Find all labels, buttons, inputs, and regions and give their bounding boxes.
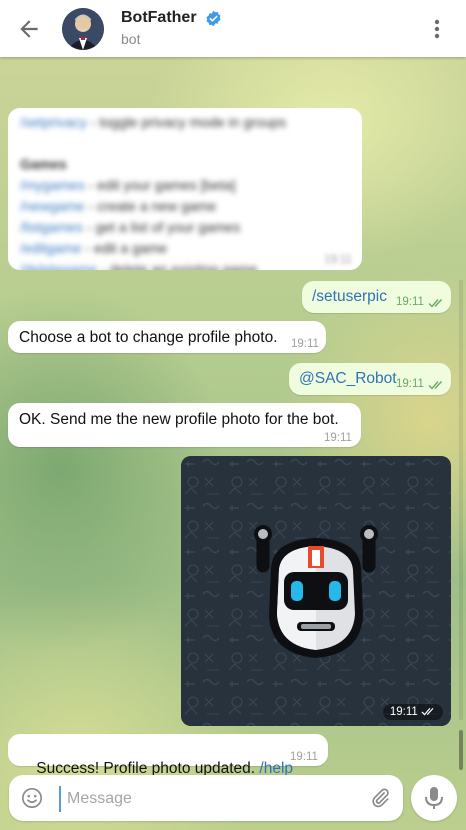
previous-message-blurred: /setprivacy - toggle privacy mode in gro… (8, 108, 362, 270)
blurred-line: /mygames - edit your games [beta] (20, 175, 350, 196)
photo-time-badge: 19:11 (382, 704, 443, 720)
blurred-line: /setprivacy - toggle privacy mode in gro… (20, 112, 350, 133)
outgoing-message[interactable]: /setuserpic 19:11 (302, 281, 451, 313)
double-check-icon (428, 381, 443, 390)
command-link[interactable]: /setprivacy (20, 114, 87, 130)
mic-button[interactable] (411, 775, 457, 821)
scrollbar-thumb[interactable] (459, 730, 463, 770)
command-link[interactable]: /newgame (20, 198, 85, 214)
scrollbar-track (459, 280, 463, 720)
double-check-icon (421, 708, 434, 716)
attach-icon[interactable] (369, 787, 391, 809)
blurred-line: /deletegame - delete an existing game (20, 259, 350, 270)
blurred-line (20, 133, 350, 154)
emoji-icon[interactable] (21, 787, 43, 809)
line-text: - create a new game (84, 198, 217, 214)
outgoing-message[interactable]: @SAC_Robot 19:11 (289, 363, 451, 395)
back-arrow-icon[interactable] (16, 16, 42, 42)
line-text: - edit a game (81, 240, 168, 256)
message-text: OK. Send me the new profile photo for th… (19, 411, 339, 428)
incoming-message[interactable]: OK. Send me the new profile photo for th… (8, 403, 361, 447)
message-time: 19:11 (324, 432, 352, 444)
message-time: 19:11 (396, 378, 424, 390)
more-vert-icon[interactable] (427, 16, 447, 42)
message-time: 19:11 (324, 254, 352, 266)
message-time: 19:11 (396, 296, 424, 308)
message-composer (9, 775, 403, 821)
incoming-message[interactable]: Success! Profile photo updated. /help 19… (8, 734, 328, 777)
message-time: 19:11 (291, 338, 319, 350)
line-text: - toggle privacy mode in groups (86, 114, 287, 130)
chat-header: BotFather bot (0, 0, 466, 57)
line-text: Games (20, 156, 67, 172)
message-time: 19:11 (389, 706, 418, 718)
robot-photo (181, 456, 451, 726)
command-link[interactable]: /listgames (20, 219, 83, 235)
message-time: 19:11 (290, 751, 318, 763)
line-text: - get a list of your games (83, 219, 241, 235)
command-link[interactable]: /mygames (20, 177, 85, 193)
message-text[interactable]: @SAC_Robot (299, 370, 397, 388)
command-link[interactable]: /deletegame (20, 261, 97, 270)
blurred-line: /newgame - create a new game (20, 196, 350, 217)
blurred-line: /listgames - get a list of your games (20, 217, 350, 238)
message-input[interactable] (59, 786, 369, 812)
message-text: Choose a bot to change profile photo. (19, 329, 278, 346)
double-check-icon (428, 299, 443, 308)
blurred-line: /editgame - edit a game (20, 238, 350, 259)
blurred-line: Games (20, 154, 350, 175)
photo-message[interactable]: 19:11 (181, 456, 451, 726)
chat-title[interactable]: BotFather (121, 9, 197, 27)
message-text[interactable]: /setuserpic (312, 288, 387, 306)
command-link[interactable]: /editgame (20, 240, 81, 256)
line-text: - edit your games [beta] (84, 177, 236, 193)
incoming-message[interactable]: Choose a bot to change profile photo. 19… (8, 321, 326, 353)
verified-badge-icon (206, 10, 221, 26)
chat-subtitle: bot (121, 31, 141, 47)
mic-icon (425, 787, 443, 809)
avatar[interactable] (62, 8, 104, 50)
line-text: - delete an existing game (97, 261, 258, 270)
